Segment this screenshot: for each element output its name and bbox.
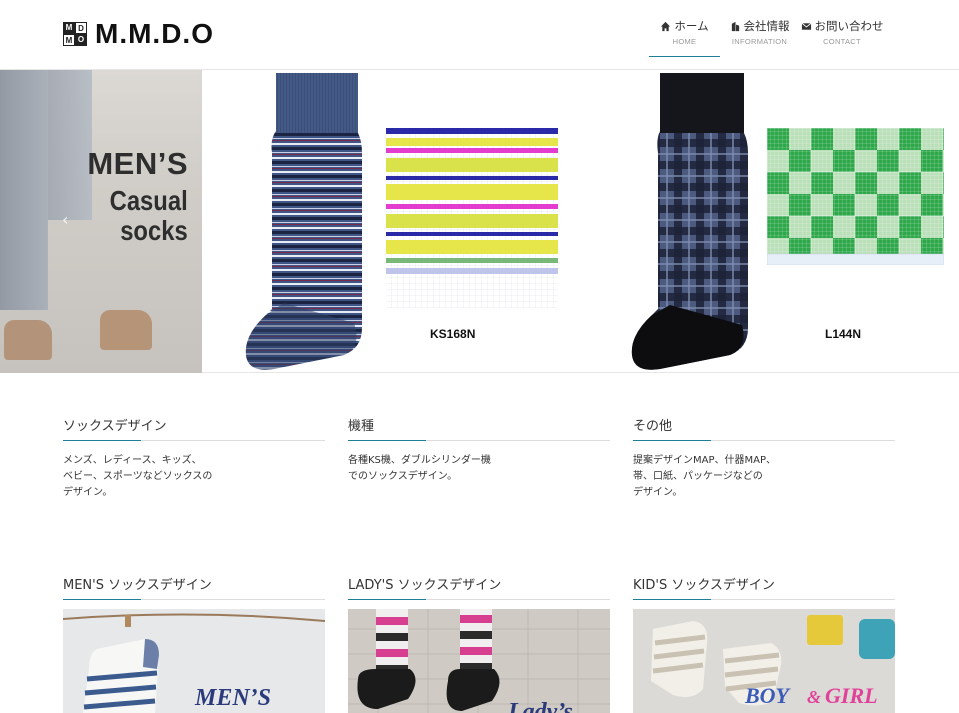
feature-text: メンズ、レディース、キッズ、 ベビー、スポーツなどソックスの デザイン。 <box>63 455 213 498</box>
nav-home[interactable]: ホーム HOME <box>647 18 722 57</box>
category-image-mens[interactable]: MEN’S <box>63 609 325 713</box>
logo-mark-cell: O <box>75 34 87 46</box>
sock-pattern-grid-1 <box>386 128 558 308</box>
home-icon <box>661 21 671 31</box>
nav-contact-label: お問い合わせ <box>814 19 884 33</box>
main-nav: ホーム HOME 会社情報 INFORMATION お問い合わせ CONTACT <box>647 18 887 57</box>
logo-mark-cell: D <box>75 22 87 34</box>
category-image-ladys[interactable]: Lady’s <box>348 609 610 713</box>
feature-title: ソックスデザイン <box>63 415 325 441</box>
nav-information-sub: INFORMATION <box>731 37 788 46</box>
feature-title: 機種 <box>348 415 610 441</box>
kids-socks-photo: BOY & GIRL <box>633 609 895 713</box>
logo-mark-icon: M D M O <box>63 22 87 46</box>
sock-image-striped <box>245 73 362 370</box>
nav-contact-sub: CONTACT <box>823 37 861 46</box>
category-title[interactable]: MEN'S ソックスデザイン <box>63 574 325 600</box>
category-title[interactable]: LADY'S ソックスデザイン <box>348 574 610 600</box>
mens-socks-photo: MEN’S <box>63 609 325 713</box>
hero-title-line: Casual <box>109 185 188 216</box>
category-ladys: LADY'S ソックスデザイン <box>348 574 610 600</box>
sock-image-plaid <box>631 73 748 370</box>
category-image-kids[interactable]: BOY & GIRL <box>633 609 895 713</box>
hero-slider[interactable]: ‹ MEN’S Casual socks KS168N L144N <box>0 70 959 373</box>
slider-prev-arrow[interactable]: ‹ <box>62 210 68 229</box>
logo-mark-cell: M <box>63 34 75 46</box>
mens-overlay-text: MEN’S <box>194 685 271 711</box>
feature-machines: 機種 各種KS機、ダブルシリンダー機 でのソックスデザイン。 <box>348 415 610 485</box>
kids-overlay-girl: GIRL <box>825 683 878 708</box>
ladys-socks-photo: Lady’s <box>348 609 610 713</box>
ladys-overlay-text: Lady’s <box>507 699 573 713</box>
feature-text: 各種KS機、ダブルシリンダー機 でのソックスデザイン。 <box>348 455 491 482</box>
nav-information-label: 会社情報 <box>743 19 790 33</box>
building-icon <box>731 21 739 31</box>
nav-information[interactable]: 会社情報 INFORMATION <box>722 18 797 46</box>
feature-title: その他 <box>633 415 895 441</box>
feature-text: 提案デザインMAP、什器MAP、 帯、口紙、パッケージなどの デザイン。 <box>633 455 776 498</box>
mail-icon <box>801 22 811 30</box>
logo-mark-cell: M <box>63 22 75 34</box>
category-title[interactable]: KID'S ソックスデザイン <box>633 574 895 600</box>
product-code-1: KS168N <box>430 327 476 341</box>
site-header: M D M O M.M.D.O ホーム HOME 会社情報 INFORMATIO… <box>0 0 959 70</box>
hero-title-line: socks <box>120 215 188 246</box>
kids-overlay-amp: & <box>807 687 821 707</box>
logo-text: M.M.D.O <box>95 18 214 49</box>
category-mens: MEN'S ソックスデザイン <box>63 574 325 600</box>
feature-other: その他 提案デザインMAP、什器MAP、 帯、口紙、パッケージなどの デザイン。 <box>633 415 895 501</box>
site-logo[interactable]: M D M O M.M.D.O <box>63 18 214 50</box>
kids-overlay-boy: BOY <box>744 683 792 708</box>
hero-title: MEN’S Casual socks <box>87 148 188 245</box>
hero-photo: ‹ MEN’S Casual socks <box>0 70 202 373</box>
category-kids: KID'S ソックスデザイン <box>633 574 895 600</box>
product-code-2: L144N <box>825 327 862 341</box>
nav-home-sub: HOME <box>672 37 697 46</box>
hero-title-line: MEN’S <box>87 146 188 181</box>
nav-contact[interactable]: お問い合わせ CONTACT <box>797 18 887 46</box>
nav-home-label: ホーム <box>674 19 709 33</box>
feature-sock-design: ソックスデザイン メンズ、レディース、キッズ、 ベビー、スポーツなどソックスの … <box>63 415 325 501</box>
sock-pattern-grid-2 <box>767 128 944 265</box>
